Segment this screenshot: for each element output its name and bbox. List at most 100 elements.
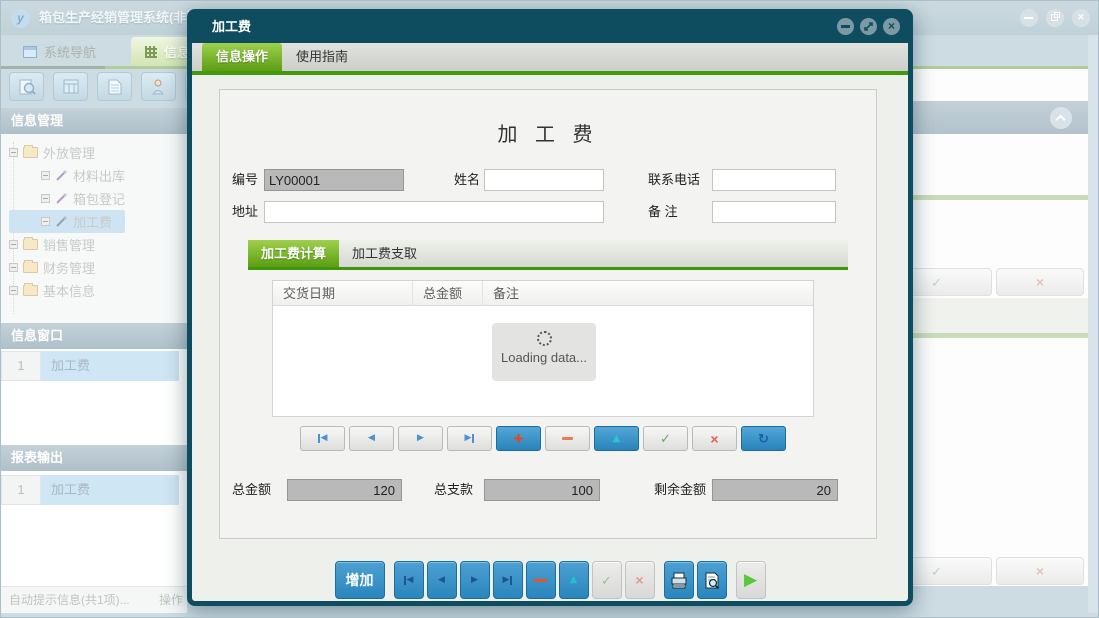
- grid-next-page-button[interactable]: ▶: [398, 426, 443, 451]
- first-record-button[interactable]: ◀: [394, 561, 424, 599]
- list-item-index: 1: [1, 351, 41, 381]
- phone-field[interactable]: [712, 169, 836, 191]
- tree-item-finance[interactable]: 财务管理: [9, 256, 95, 279]
- last-record-button[interactable]: ▶: [493, 561, 523, 599]
- inner-tab-fee-withdraw[interactable]: 加工费支取: [339, 240, 430, 267]
- delete-record-button[interactable]: [526, 561, 556, 599]
- tree-item-sales[interactable]: 销售管理: [9, 233, 95, 256]
- up-triangle-icon: ▲: [613, 434, 621, 444]
- close-icon: ×: [1078, 13, 1084, 24]
- background-cancel-button-2[interactable]: ×: [996, 557, 1084, 585]
- window-right-edge: [1088, 35, 1099, 613]
- folder-icon: [23, 262, 38, 273]
- tree-item-material-out[interactable]: 材料出库: [41, 164, 125, 187]
- grid-last-page-button[interactable]: ▶: [447, 426, 492, 451]
- check-icon: ✓: [931, 276, 942, 289]
- main-window-controls: ×: [1020, 9, 1090, 27]
- print-preview-button[interactable]: [697, 561, 727, 599]
- maximize-icon: [863, 21, 874, 32]
- document-icon: [108, 79, 122, 95]
- grid-refresh-button[interactable]: ↻: [741, 426, 786, 451]
- dialog-footer-toolbar: 增加 ◀ ◀ ▶ ▶ ▲ ✓ × ▶: [192, 561, 908, 599]
- dialog-close-button[interactable]: ×: [883, 18, 900, 35]
- expander-icon[interactable]: [9, 286, 18, 295]
- save-record-button[interactable]: ✓: [592, 561, 622, 599]
- tool-icon: [55, 192, 68, 205]
- tool-icon: [55, 169, 68, 182]
- minimize-icon: [1024, 17, 1033, 19]
- expander-icon[interactable]: [41, 217, 50, 226]
- folder-icon: [23, 147, 38, 158]
- expander-icon[interactable]: [41, 194, 50, 203]
- address-label: 地址: [232, 201, 258, 223]
- grid-cancel-button[interactable]: ×: [692, 426, 737, 451]
- expander-icon[interactable]: [9, 240, 18, 249]
- report-output-list-item[interactable]: 1 加工费: [1, 471, 187, 505]
- remark-field[interactable]: [712, 201, 836, 223]
- expander-icon[interactable]: [9, 148, 18, 157]
- folder-icon: [23, 285, 38, 296]
- run-button[interactable]: ▶: [736, 561, 766, 599]
- grid-icon: [145, 46, 157, 58]
- check-icon: ✓: [660, 432, 671, 445]
- chevron-up-icon: [1056, 115, 1066, 125]
- prev-record-button[interactable]: ◀: [427, 561, 457, 599]
- address-field[interactable]: [264, 201, 604, 223]
- expander-icon[interactable]: [41, 171, 50, 180]
- form-panel: 加 工 费 编号 姓名 联系电话 地址 备 注 加工费计算 加工费支取: [219, 89, 877, 539]
- dialog-tab-info-operation[interactable]: 信息操作: [202, 43, 282, 71]
- next-record-icon: ▶: [471, 576, 478, 585]
- tree-item-waifang[interactable]: 外放管理: [9, 141, 95, 164]
- dialog-tab-guide[interactable]: 使用指南: [282, 43, 362, 71]
- tree-item-bag-register[interactable]: 箱包登记: [41, 187, 125, 210]
- main-minimize-button[interactable]: [1020, 9, 1038, 27]
- grid-prev-page-button[interactable]: ◀: [349, 426, 394, 451]
- info-window-list-item[interactable]: 1 加工费: [1, 349, 187, 381]
- status-message: 自动提示信息(共1项)...: [9, 587, 130, 613]
- fee-grid: 交货日期 总金额 备注 Loading data...: [272, 280, 814, 417]
- collapse-panel-button[interactable]: [1050, 107, 1072, 129]
- column-total-amount[interactable]: 总金额: [413, 281, 483, 305]
- grid-first-page-button[interactable]: ◀: [300, 426, 345, 451]
- window-icon: [23, 46, 37, 58]
- tab-system-nav[interactable]: 系统导航: [9, 37, 110, 66]
- expander-icon[interactable]: [9, 263, 18, 272]
- search-doc-icon: [18, 79, 36, 95]
- tree-item-basic-info[interactable]: 基本信息: [9, 279, 95, 302]
- grid-edit-row-button[interactable]: ▲: [594, 426, 639, 451]
- tree-item-processing-fee-selected[interactable]: 加工费: [9, 210, 125, 233]
- status-operation: 操作: [159, 587, 183, 613]
- edit-record-button[interactable]: ▲: [559, 561, 589, 599]
- code-field[interactable]: [264, 169, 404, 191]
- up-triangle-icon: ▲: [570, 575, 578, 585]
- grid-delete-row-button[interactable]: [545, 426, 590, 451]
- dialog-maximize-button[interactable]: [860, 18, 877, 35]
- play-icon: ▶: [744, 572, 757, 589]
- spinner-icon: [537, 331, 552, 346]
- toolbar-document-button[interactable]: [97, 72, 132, 101]
- main-restore-button[interactable]: [1046, 9, 1064, 27]
- grid-add-row-button[interactable]: +: [496, 426, 541, 451]
- main-close-button[interactable]: ×: [1072, 9, 1090, 27]
- next-record-button[interactable]: ▶: [460, 561, 490, 599]
- loading-text: Loading data...: [492, 350, 596, 365]
- list-item-label: 加工费: [41, 351, 179, 381]
- cancel-record-button[interactable]: ×: [625, 561, 655, 599]
- column-remark[interactable]: 备注: [483, 281, 813, 305]
- background-cancel-button[interactable]: ×: [996, 268, 1084, 296]
- inner-tab-fee-calc[interactable]: 加工费计算: [248, 240, 339, 267]
- grid-confirm-button[interactable]: ✓: [643, 426, 688, 451]
- dialog-titlebar[interactable]: 加工费 ×: [192, 13, 908, 43]
- column-delivery-date[interactable]: 交货日期: [273, 281, 413, 305]
- print-preview-icon: [703, 572, 721, 589]
- name-field[interactable]: [484, 169, 604, 191]
- phone-label: 联系电话: [648, 169, 700, 191]
- toolbar-user-button[interactable]: [141, 72, 176, 101]
- toolbar-search-button[interactable]: [9, 72, 44, 101]
- print-button[interactable]: [664, 561, 694, 599]
- add-record-button[interactable]: 增加: [335, 561, 385, 599]
- toolbar-table-button[interactable]: [53, 72, 88, 101]
- list-item-label: 加工费: [41, 475, 179, 505]
- first-page-icon: ◀: [321, 434, 328, 443]
- dialog-minimize-button[interactable]: [837, 18, 854, 35]
